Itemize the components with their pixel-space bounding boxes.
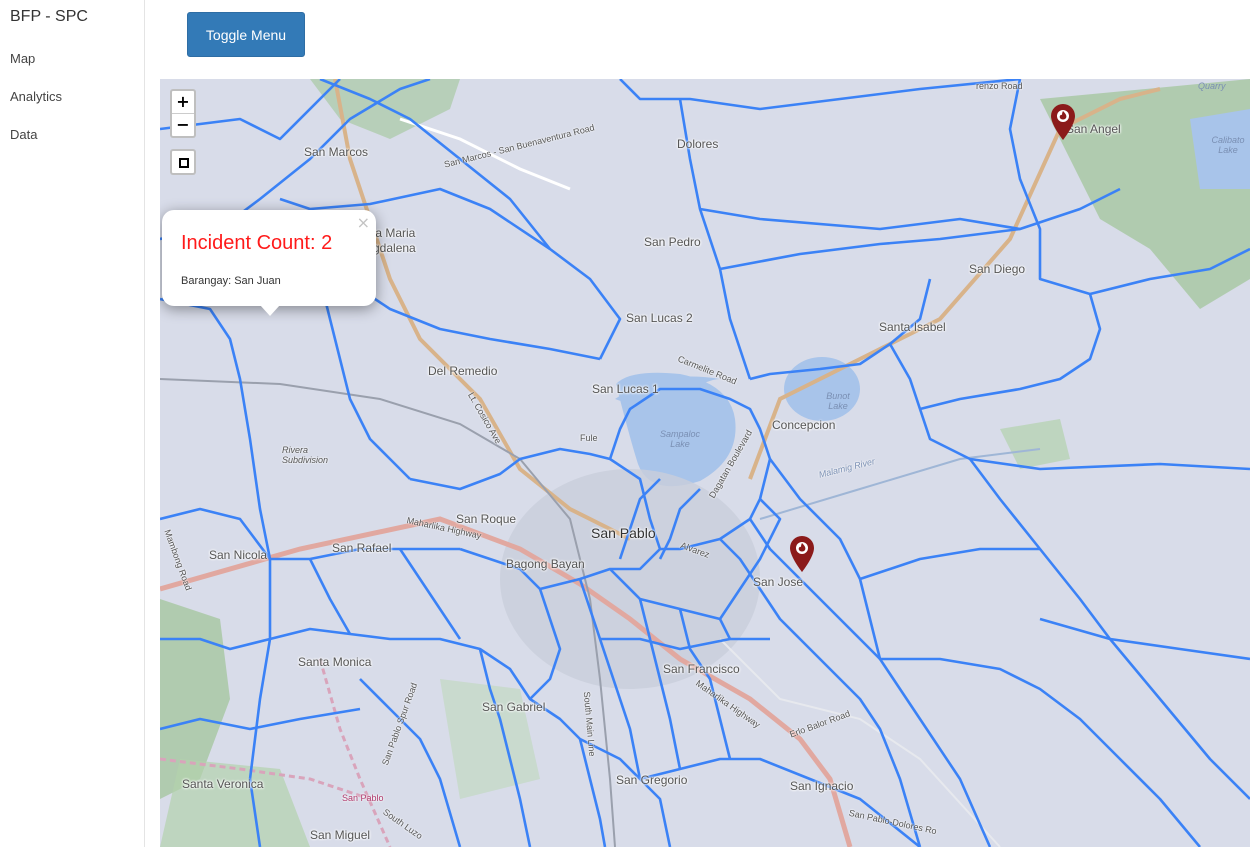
zoom-in-button[interactable]: + [172, 91, 194, 114]
label-santa-veronica: Santa Veronica [182, 777, 264, 791]
label-sta-maria: ta Maria [372, 226, 416, 240]
draw-rectangle-button[interactable] [170, 149, 196, 175]
fire-marker-icon[interactable] [1049, 103, 1077, 141]
popup-incident-count: Incident Count: 2 [181, 232, 333, 254]
label-magdalena: gdalena [373, 241, 416, 255]
label-san-diego: San Diego [969, 262, 1026, 276]
label-san-jose: San Jose [753, 575, 804, 589]
nav-item-analytics[interactable]: Analytics [10, 89, 62, 104]
label-san-roque: San Roque [456, 512, 517, 526]
popup-close-button[interactable]: × [357, 213, 370, 232]
popup-tip [260, 305, 280, 316]
incident-popup: × Incident Count: 2 Barangay: San Juan [162, 210, 376, 306]
nav-item-map[interactable]: Map [10, 51, 35, 66]
square-icon [179, 158, 189, 168]
label-san-lucas-2: San Lucas 2 [626, 311, 693, 325]
sidebar: BFP - SPC Map Analytics Data [0, 0, 145, 847]
popup-barangay: Barangay: San Juan [181, 275, 281, 287]
label-rivera-subdivision: Rivera Subdivision [282, 445, 329, 465]
label-san-lucas-1: San Lucas 1 [592, 382, 659, 396]
label-del-remedio: Del Remedio [428, 364, 498, 378]
label-san-pablo-station: San Pablo [342, 793, 384, 803]
label-san-pablo: San Pablo [591, 525, 656, 541]
label-quarry: Quarry [1198, 81, 1226, 91]
label-san-rafael: San Rafael [332, 541, 392, 555]
label-san-gregorio: San Gregorio [616, 773, 688, 787]
label-santa-isabel: Santa Isabel [879, 320, 946, 334]
label-bagong-bayan: Bagong Bayan [506, 557, 585, 571]
label-santa-monica: Santa Monica [298, 655, 372, 669]
brand-title[interactable]: BFP - SPC [10, 8, 88, 26]
label-concepcion: Concepcion [772, 418, 836, 432]
label-fule: Fule [580, 433, 598, 443]
zoom-control: + − [170, 89, 196, 138]
nav-item-data[interactable]: Data [10, 127, 37, 142]
label-san-pedro: San Pedro [644, 235, 701, 249]
label-calibato-lake: Calibato Lake [1211, 135, 1245, 155]
toggle-menu-button[interactable]: Toggle Menu [187, 12, 305, 57]
fire-marker-icon[interactable] [788, 535, 816, 573]
label-san-gabriel: San Gabriel [482, 700, 546, 714]
label-san-nicolas: San Nicola [209, 548, 268, 562]
label-san-miguel: San Miguel [310, 828, 371, 842]
label-lorenzo-road: renzo Road [976, 81, 1023, 91]
label-dolores: Dolores [677, 137, 719, 151]
map-view[interactable]: San Marcos Dolores San Angel ta Maria gd… [160, 79, 1250, 847]
label-san-marcos: San Marcos [304, 145, 369, 159]
label-sampaloc-lake: Sampaloc Lake [659, 429, 701, 449]
label-bunot-lake: Bunot Lake [826, 391, 850, 411]
label-san-ignacio: San Ignacio [790, 779, 854, 793]
zoom-out-button[interactable]: − [172, 114, 194, 136]
label-san-francisco: San Francisco [663, 662, 740, 676]
